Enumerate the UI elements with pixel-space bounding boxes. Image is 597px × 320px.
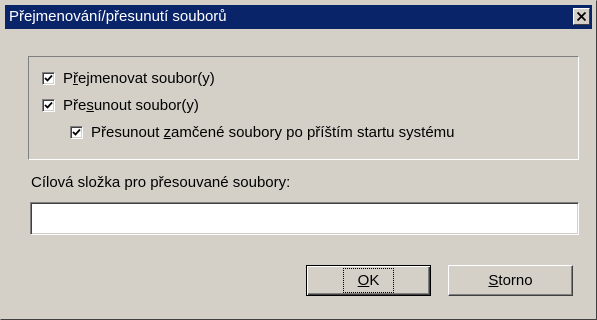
option-move-locked[interactable]: Přesunout zamčené soubory po příštím sta… <box>70 122 455 142</box>
option-move[interactable]: Přesunout soubor(y) <box>42 95 199 115</box>
checkmark-icon <box>44 101 53 109</box>
checkmark-icon <box>44 74 53 82</box>
move-locked-checkbox[interactable] <box>70 125 83 139</box>
rename-label: Přejmenovat soubor(y) <box>63 69 215 87</box>
ok-button[interactable]: OK <box>306 265 431 296</box>
dialog-window: Přejmenování/přesunutí souborů Přejmenov… <box>0 0 597 320</box>
rename-checkbox[interactable] <box>42 71 55 85</box>
destination-label: Cílová složka pro přesouvané soubory: <box>31 174 291 191</box>
close-icon <box>577 12 586 21</box>
option-rename[interactable]: Přejmenovat soubor(y) <box>42 68 215 88</box>
cancel-label: Storno <box>488 272 533 289</box>
move-label: Přesunout soubor(y) <box>63 96 199 114</box>
move-locked-label: Přesunout zamčené soubory po příštím sta… <box>91 123 455 141</box>
close-button[interactable] <box>573 8 590 25</box>
title-bar[interactable]: Přejmenování/přesunutí souborů <box>5 5 592 29</box>
ok-label: OK <box>342 268 395 293</box>
cancel-button[interactable]: Storno <box>448 265 573 296</box>
checkmark-icon <box>72 128 81 136</box>
destination-input[interactable] <box>30 202 579 235</box>
window-title: Přejmenování/přesunutí souborů <box>9 8 227 25</box>
move-checkbox[interactable] <box>42 98 55 112</box>
